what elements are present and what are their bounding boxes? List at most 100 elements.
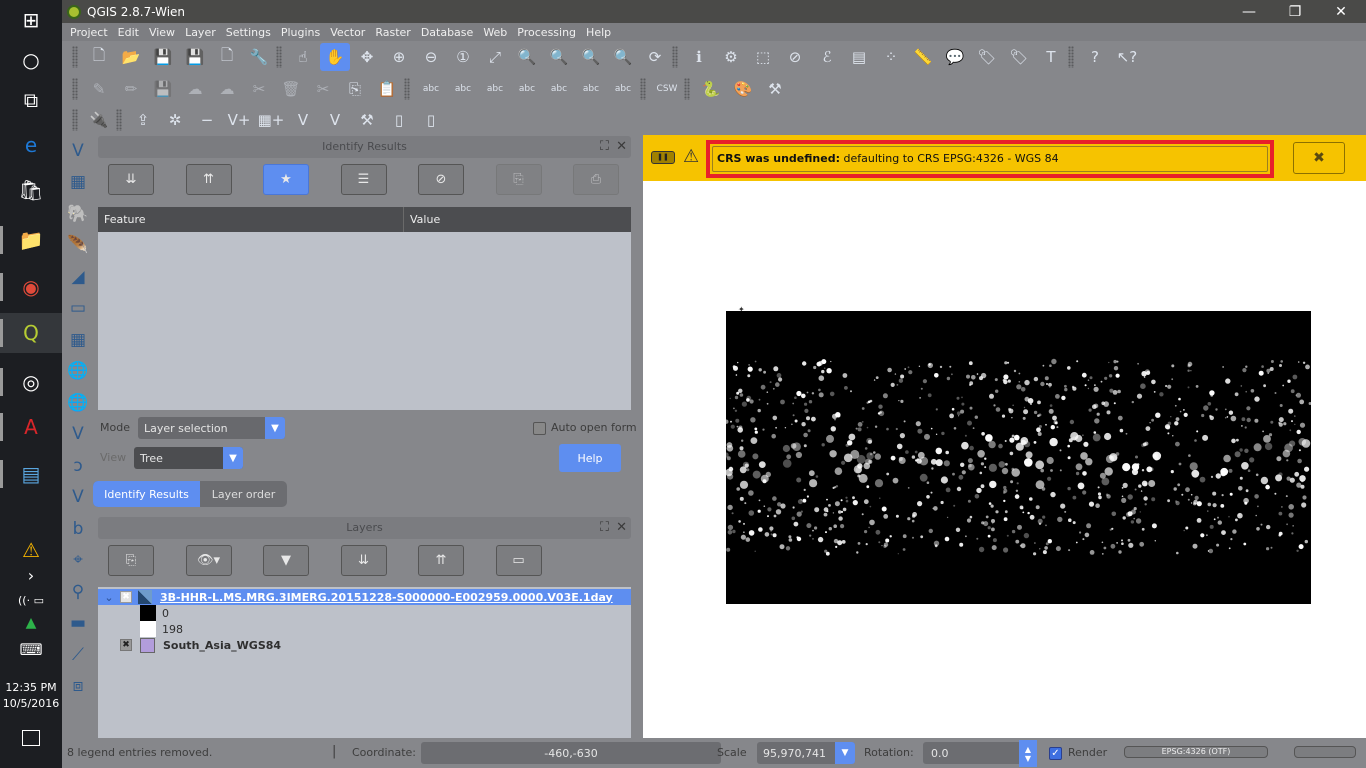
delete-selected-icon[interactable]: 🗑 xyxy=(276,75,306,103)
taskbar-clock[interactable]: 12:35 PM 10/5/2016 xyxy=(0,680,62,712)
add-vector-layer-icon[interactable]: V xyxy=(62,135,94,167)
zoom-next-icon[interactable]: 🔍 xyxy=(608,43,638,71)
layer-row-imerg[interactable]: ⌄ ✖ 3B-HHR-L.MS.MRG.3IMERG.20151228-S000… xyxy=(98,589,631,605)
refresh-icon[interactable]: ⟳ xyxy=(640,43,670,71)
collapse-all-button[interactable]: ⇈ xyxy=(418,545,464,576)
style-manager-icon[interactable]: 🎨 xyxy=(728,75,758,103)
new-print-composer-icon[interactable]: 🗋 xyxy=(212,43,242,71)
toolbar-grip[interactable] xyxy=(672,46,678,68)
menu-processing[interactable]: Processing xyxy=(517,26,576,39)
toolbar-grip[interactable] xyxy=(72,46,78,68)
new-shapefile-icon[interactable]: V xyxy=(62,482,94,514)
tools-icon[interactable]: ⚒ xyxy=(352,106,382,134)
toolbar-grip[interactable] xyxy=(72,78,78,100)
open-form-button[interactable]: ☰ xyxy=(340,164,387,195)
gps-tool-icon[interactable]: ▬ xyxy=(62,608,94,640)
menu-project[interactable]: Project xyxy=(70,26,108,39)
print-layout-edit-icon[interactable]: ▯ xyxy=(416,106,446,134)
toolbar-grip[interactable] xyxy=(116,109,122,131)
add-postgis-layer-icon[interactable]: 🐘 xyxy=(62,198,94,230)
expand-all-button[interactable]: ⇊ xyxy=(340,545,387,576)
road-graph-icon[interactable]: ⧈ xyxy=(62,671,94,703)
new-project-icon[interactable]: 🗋 xyxy=(84,43,114,71)
add-wms-layer-icon[interactable]: ▦ xyxy=(62,324,94,356)
toolbar-grip[interactable] xyxy=(684,78,690,100)
deselect-all-icon[interactable]: ⊘ xyxy=(780,43,810,71)
move-feature-icon[interactable]: ☁ xyxy=(212,75,242,103)
acrobat-icon[interactable]: A xyxy=(0,407,62,447)
auto-open-form-checkbox[interactable] xyxy=(533,422,546,435)
add-wfs-layer-icon[interactable]: 🌐 xyxy=(62,387,94,419)
edit-vector-icon[interactable]: V xyxy=(320,106,350,134)
select-features-icon[interactable]: ⬚ xyxy=(748,43,778,71)
plugin-manager-icon[interactable]: 🔌 xyxy=(84,106,114,134)
coordinate-field[interactable]: -460,-630 xyxy=(421,742,721,764)
raster-remove-icon[interactable]: − xyxy=(192,106,222,134)
add-spatialite-layer-icon[interactable]: 🪶 xyxy=(62,230,94,262)
csw-icon[interactable]: CSW xyxy=(652,75,682,103)
pause-timer-button[interactable]: ❚❚ xyxy=(651,151,675,164)
menu-web[interactable]: Web xyxy=(483,26,507,39)
zoom-native-resolution-icon[interactable]: ① xyxy=(448,43,478,71)
view-select[interactable]: Tree ▼ xyxy=(134,447,243,469)
cut-features-icon[interactable]: ✂ xyxy=(308,75,338,103)
highlight-pinned-labels-icon[interactable]: abc xyxy=(480,75,510,103)
paste-features-icon[interactable]: 📋 xyxy=(372,75,402,103)
expand-new-results-button[interactable]: ★ xyxy=(263,164,309,195)
raster-new-icon[interactable]: ✲ xyxy=(160,106,190,134)
zoom-to-selection-icon[interactable]: 🔍 xyxy=(512,43,542,71)
menu-settings[interactable]: Settings xyxy=(226,26,271,39)
float-panel-icon[interactable]: ⛶ xyxy=(600,517,609,539)
clear-results-button[interactable]: ⊘ xyxy=(418,164,464,195)
map-tips-icon[interactable]: 💬 xyxy=(940,43,970,71)
scale-field[interactable]: 95,970,741 ▼ xyxy=(757,742,855,764)
coordinate-capture-icon[interactable]: ⌖ xyxy=(62,545,94,577)
identify-features-icon[interactable]: ℹ xyxy=(684,43,714,71)
mode-select[interactable]: Layer selection ▼ xyxy=(138,417,285,439)
show-bookmarks-icon[interactable]: 🏷 xyxy=(1004,43,1034,71)
statistical-summary-icon[interactable]: ⁘ xyxy=(876,43,906,71)
processing-toolbox-icon[interactable]: ⚒ xyxy=(760,75,790,103)
zoom-full-icon[interactable]: ⤢ xyxy=(480,43,510,71)
windows-start-icon[interactable]: ⊞ xyxy=(0,0,62,40)
copy-feature-button[interactable]: ⎘ xyxy=(495,164,542,195)
cortana-search-icon[interactable]: ○ xyxy=(0,40,62,80)
toolbar-grip[interactable] xyxy=(640,78,646,100)
manage-visibility-button[interactable]: 👁▾ xyxy=(185,545,232,576)
zoom-out-icon[interactable]: ⊖ xyxy=(416,43,446,71)
menu-database[interactable]: Database xyxy=(421,26,474,39)
map-canvas[interactable]: ✦ xyxy=(643,181,1366,738)
toolbar-grip[interactable] xyxy=(1068,46,1074,68)
column-feature[interactable]: Feature xyxy=(98,207,404,232)
chevron-down-icon[interactable]: ▼ xyxy=(835,742,855,764)
save-layer-edits-icon[interactable]: 💾 xyxy=(148,75,178,103)
layer-row-south-asia[interactable]: ✖ South_Asia_WGS84 xyxy=(120,637,281,653)
pan-map-icon[interactable]: ✋ xyxy=(320,43,350,71)
add-delimited-text-icon[interactable]: V xyxy=(62,419,94,451)
new-bookmark-icon[interactable]: 🏷 xyxy=(972,43,1002,71)
collapse-chevron-icon[interactable]: ⌄ xyxy=(98,591,120,604)
topology-checker-icon[interactable]: ⟋ xyxy=(62,639,94,671)
add-virtual-layer-icon[interactable]: ɔ xyxy=(62,450,94,482)
file-explorer-icon[interactable]: 📁 xyxy=(0,220,62,260)
store-icon[interactable]: 🛍 xyxy=(0,170,62,210)
raster-upload-icon[interactable]: ⇪ xyxy=(128,106,158,134)
current-edits-icon[interactable]: ✎ xyxy=(84,75,114,103)
georeferencer-icon[interactable]: ⚲ xyxy=(62,576,94,608)
menu-view[interactable]: View xyxy=(149,26,175,39)
keyboard-icon[interactable]: ⌨ xyxy=(0,634,62,664)
chrome-icon[interactable]: ◉ xyxy=(0,267,62,307)
float-panel-icon[interactable]: ⛶ xyxy=(600,136,609,158)
copy-features-icon[interactable]: ⎘ xyxy=(340,75,370,103)
tab-identify-results[interactable]: Identify Results xyxy=(93,481,200,507)
task-view-icon[interactable]: ⧉ xyxy=(0,80,62,120)
zoom-to-layer-icon[interactable]: 🔍 xyxy=(544,43,574,71)
tab-layer-order[interactable]: Layer order xyxy=(200,481,287,507)
save-as-icon[interactable]: 💾 xyxy=(180,43,210,71)
minimize-button[interactable]: — xyxy=(1226,0,1272,23)
menu-help[interactable]: Help xyxy=(586,26,611,39)
python-console-icon[interactable]: 🐍 xyxy=(696,75,726,103)
control-panel-icon[interactable]: ▤ xyxy=(0,454,62,494)
add-wcs-layer-icon[interactable]: 🌐 xyxy=(62,356,94,388)
add-feature-icon[interactable]: ☁ xyxy=(180,75,210,103)
